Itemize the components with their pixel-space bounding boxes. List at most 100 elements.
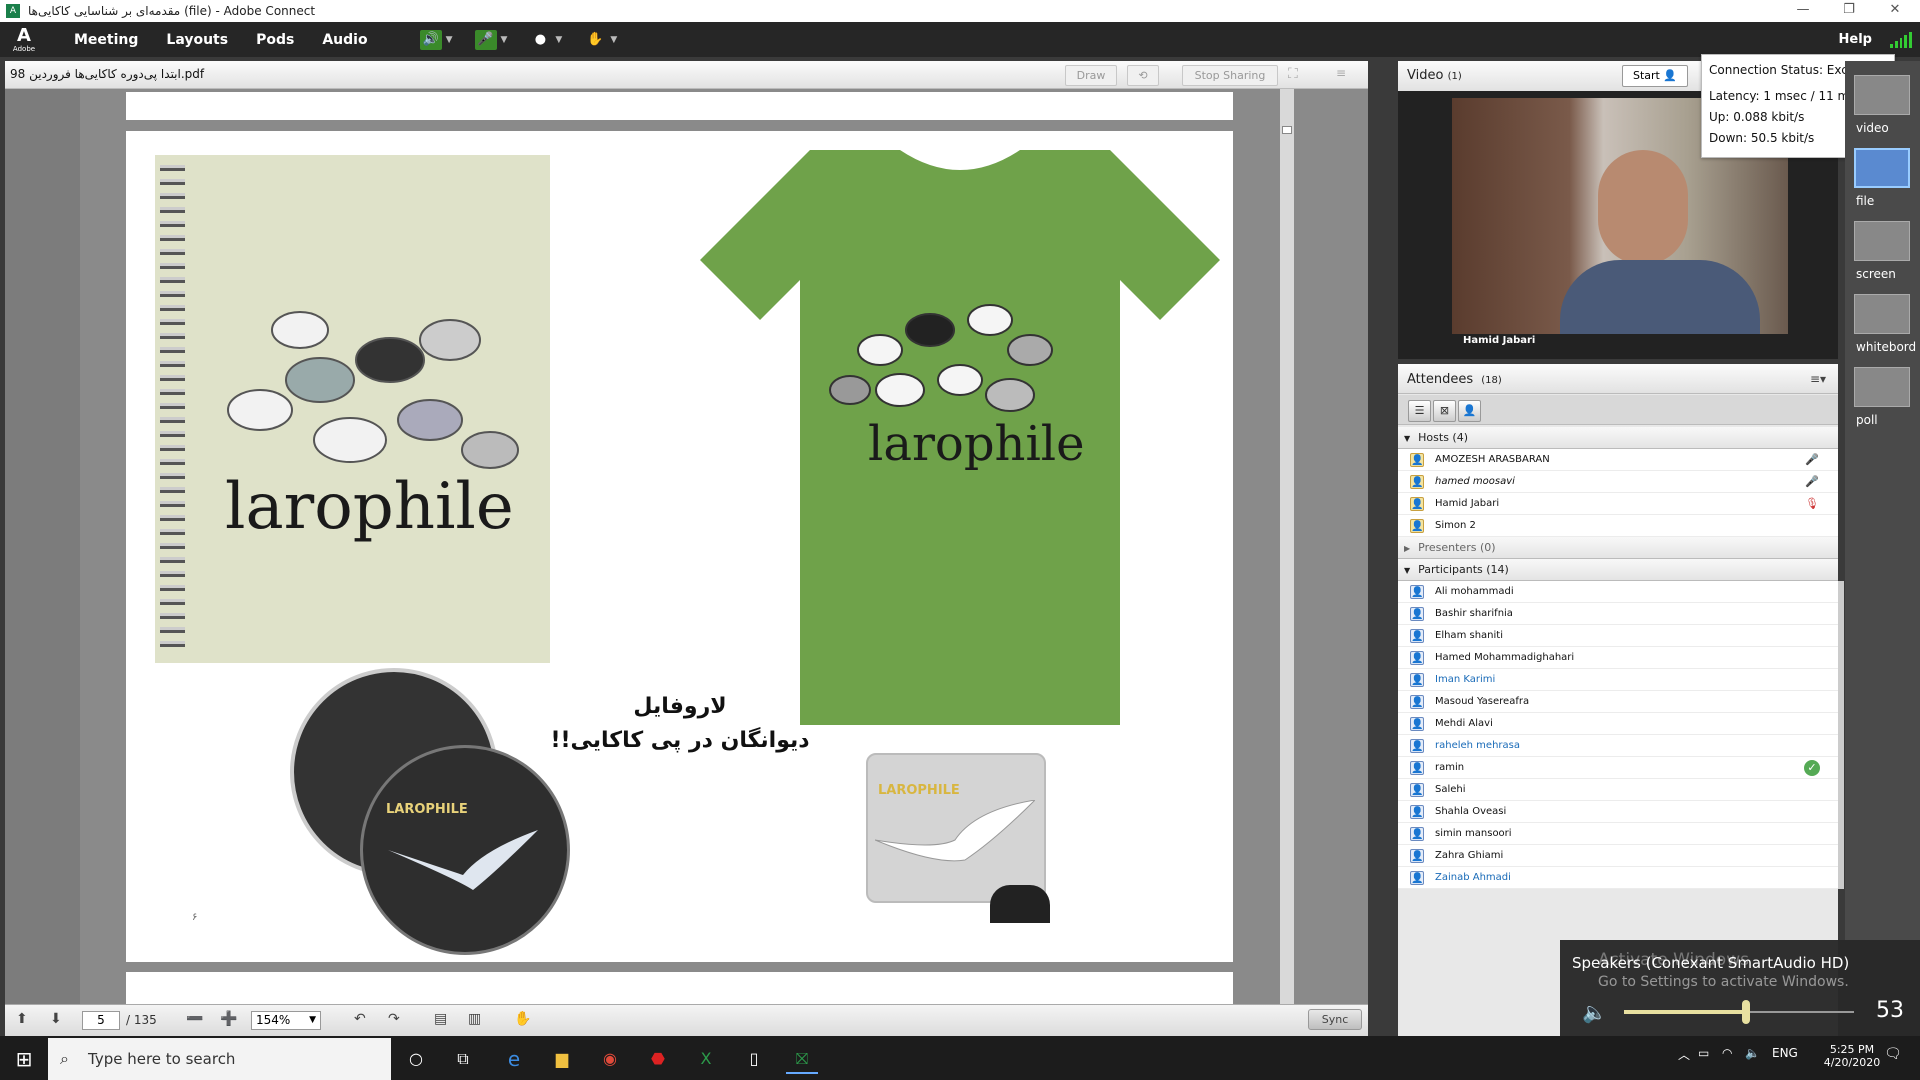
scrollbar-thumb[interactable]: [1282, 126, 1292, 134]
acrobat-icon[interactable]: ⬣: [642, 1044, 674, 1074]
wifi-icon[interactable]: ◠: [1722, 1046, 1732, 1060]
volume-tray-icon[interactable]: 🔈: [1745, 1046, 1760, 1060]
two-page-icon[interactable]: ▥: [468, 1011, 481, 1027]
chevron-down-icon[interactable]: ▼: [446, 35, 453, 45]
participant-row[interactable]: 👤 Zahra Ghiami: [1398, 845, 1838, 867]
maximize-button[interactable]: ❐: [1826, 0, 1872, 22]
participant-user-icon: 👤: [1410, 673, 1424, 687]
notepad-icon[interactable]: ▯: [738, 1044, 770, 1074]
pod-options-icon[interactable]: ≡: [1336, 66, 1346, 80]
layout-screen-label[interactable]: screen: [1856, 267, 1896, 281]
menu-audio[interactable]: Audio: [308, 32, 381, 48]
microphone-toggle-button[interactable]: 🎤 ▼: [471, 28, 512, 52]
host-row[interactable]: 👤 Hamid Jabari 🎙: [1398, 493, 1838, 515]
rotate-left-icon[interactable]: ↶: [354, 1011, 366, 1027]
layout-video-thumbnail[interactable]: [1854, 75, 1910, 115]
rotate-right-icon[interactable]: ↷: [388, 1011, 400, 1027]
hand-tool-icon[interactable]: ✋: [514, 1011, 531, 1027]
taskbar-search-input[interactable]: ⌕ Type here to search: [48, 1038, 391, 1080]
sync-draw-icon[interactable]: ⟲: [1127, 65, 1159, 86]
volume-slider-thumb[interactable]: [1741, 1000, 1750, 1024]
notebook-brand-text: larophile: [225, 470, 514, 544]
layout-whitebord-label[interactable]: whitebord: [1856, 340, 1916, 354]
participant-row[interactable]: 👤 raheleh mehrasa: [1398, 735, 1838, 757]
language-indicator[interactable]: ENG: [1772, 1046, 1798, 1060]
excel-icon[interactable]: X: [690, 1044, 722, 1074]
close-button[interactable]: ✕: [1872, 0, 1918, 22]
attendees-scrollbar[interactable]: [1838, 581, 1844, 889]
minimize-button[interactable]: —: [1780, 0, 1826, 22]
host-row[interactable]: 👤 Simon 2: [1398, 515, 1838, 537]
participant-row[interactable]: 👤 Bashir sharifnia: [1398, 603, 1838, 625]
menu-meeting[interactable]: Meeting: [60, 32, 152, 48]
participant-row[interactable]: 👤 Iman Karimi: [1398, 669, 1838, 691]
battery-icon[interactable]: ▭: [1698, 1046, 1709, 1060]
participant-row[interactable]: 👤 Salehi: [1398, 779, 1838, 801]
vertical-scrollbar[interactable]: [1280, 89, 1294, 1004]
status-view-icon[interactable]: 👤: [1458, 400, 1481, 422]
participant-row[interactable]: 👤 Ali mohammadi: [1398, 581, 1838, 603]
mic-muted-icon: 🎤: [1805, 453, 1819, 466]
participant-row[interactable]: 👤 Mehdi Alavi: [1398, 713, 1838, 735]
chevron-down-icon: ▼: [1404, 566, 1411, 575]
speaker-icon[interactable]: 🔈: [1582, 1000, 1607, 1024]
menu-layouts[interactable]: Layouts: [152, 32, 242, 48]
hosts-section[interactable]: ▼ Hosts (4): [1398, 427, 1838, 449]
zoom-out-icon[interactable]: ➖: [186, 1011, 203, 1027]
layout-whitebord-thumbnail[interactable]: [1854, 294, 1910, 334]
participant-row[interactable]: 👤 Zainab Ahmadi: [1398, 867, 1838, 889]
stop-sharing-button[interactable]: Stop Sharing: [1182, 65, 1278, 86]
list-view-icon[interactable]: ☰: [1408, 400, 1431, 422]
windows-start-icon[interactable]: ⊞: [8, 1044, 40, 1074]
zoom-in-icon[interactable]: ➕: [220, 1011, 237, 1027]
chevron-down-icon[interactable]: ▼: [610, 35, 617, 45]
participants-section[interactable]: ▼ Participants (14): [1398, 559, 1838, 581]
layout-poll-label[interactable]: poll: [1856, 413, 1878, 427]
clock[interactable]: 5:25 PM 4/20/2020: [1822, 1043, 1882, 1069]
sync-button[interactable]: Sync: [1308, 1009, 1362, 1030]
breakout-view-icon[interactable]: ⊠: [1433, 400, 1456, 422]
chevron-down-icon[interactable]: ▼: [555, 35, 562, 45]
draw-button[interactable]: Draw: [1065, 65, 1117, 86]
next-page-icon[interactable]: ⬇: [50, 1011, 62, 1027]
tray-chevron-icon[interactable]: ︿: [1678, 1046, 1690, 1063]
adobe-connect-taskbar-icon[interactable]: ⛝: [786, 1044, 818, 1074]
previous-page-icon[interactable]: ⬆: [16, 1011, 28, 1027]
menu-pods[interactable]: Pods: [242, 32, 308, 48]
task-view-icon[interactable]: ⧉: [447, 1044, 479, 1074]
layout-file-thumbnail[interactable]: [1854, 148, 1910, 188]
camera-toggle-button[interactable]: ● ▼: [525, 28, 566, 52]
participant-row[interactable]: 👤 Shahla Oveasi: [1398, 801, 1838, 823]
speaker-toggle-button[interactable]: 🔊 ▼: [416, 28, 457, 52]
menu-help[interactable]: Help: [1839, 22, 1872, 57]
layout-video-label[interactable]: video: [1856, 121, 1889, 135]
fullscreen-icon[interactable]: ⛶: [1288, 66, 1298, 82]
chevron-down-icon[interactable]: ▼: [501, 35, 508, 45]
layout-screen-thumbnail[interactable]: [1854, 221, 1910, 261]
page-number-input[interactable]: 5: [82, 1011, 120, 1030]
participant-row[interactable]: 👤 ramin ✓: [1398, 757, 1838, 779]
zoom-select[interactable]: 154% ▼: [251, 1011, 321, 1030]
raise-hand-button[interactable]: ✋ ▼: [580, 28, 621, 52]
host-row[interactable]: 👤 AMOZESH ARASBARAN 🎤: [1398, 449, 1838, 471]
agree-status-icon: ✓: [1804, 760, 1820, 776]
cortana-icon[interactable]: ○: [400, 1044, 432, 1074]
layout-file-label[interactable]: file: [1856, 194, 1874, 208]
layout-poll-thumbnail[interactable]: [1854, 367, 1910, 407]
participant-row[interactable]: 👤 Hamed Mohammadighahari: [1398, 647, 1838, 669]
edge-icon[interactable]: e: [498, 1044, 530, 1074]
participant-row[interactable]: 👤 Elham shaniti: [1398, 625, 1838, 647]
participant-row[interactable]: 👤 simin mansoori: [1398, 823, 1838, 845]
host-row[interactable]: 👤 hamed moosavi 🎤: [1398, 471, 1838, 493]
chrome-icon[interactable]: ◉: [594, 1044, 626, 1074]
attendees-options-icon[interactable]: ≡▾: [1810, 372, 1826, 386]
single-page-icon[interactable]: ▤: [434, 1011, 447, 1027]
notifications-icon[interactable]: 🗨: [1884, 1046, 1902, 1062]
start-webcam-button[interactable]: Start 👤: [1622, 65, 1688, 87]
presenters-section[interactable]: ▶ Presenters (0): [1398, 537, 1838, 559]
mouse-image: [990, 885, 1050, 923]
connection-signal-icon[interactable]: [1890, 32, 1912, 48]
participant-row[interactable]: 👤 Masoud Yasereafra: [1398, 691, 1838, 713]
viewer-gutter-left: [5, 89, 80, 1004]
file-explorer-icon[interactable]: ▆: [546, 1044, 578, 1074]
